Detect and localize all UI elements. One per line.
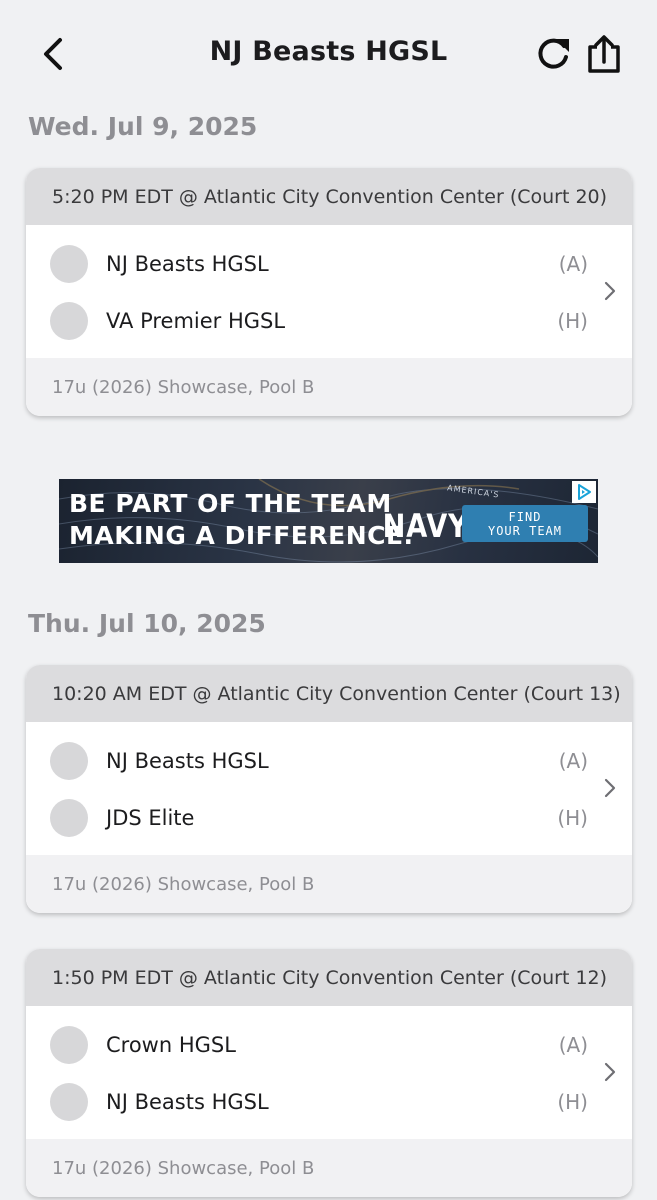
ad-headline-1: BE PART OF THE TEAM <box>69 489 392 518</box>
team-row: JDS Elite (H) <box>50 798 588 838</box>
team-row: NJ Beasts HGSL (A) <box>50 244 588 284</box>
team-logo <box>50 1026 88 1064</box>
game-division: 17u (2026) Showcase, Pool B <box>26 358 632 416</box>
team-row: NJ Beasts HGSL (A) <box>50 741 588 781</box>
ad-cta-line1: FIND <box>508 509 542 524</box>
ad-choices-icon[interactable] <box>572 481 596 503</box>
chevron-right-icon <box>602 1060 618 1084</box>
share-button[interactable] <box>582 32 626 76</box>
team-side: (A) <box>558 749 588 773</box>
game-time-location: 5:20 PM EDT @ Atlantic City Convention C… <box>26 168 632 225</box>
date-heading: Wed. Jul 9, 2025 <box>28 112 258 141</box>
game-teams: NJ Beasts HGSL (A) JDS Elite (H) <box>26 722 632 855</box>
game-card[interactable]: 1:50 PM EDT @ Atlantic City Convention C… <box>26 949 632 1197</box>
ad-cta-line2: YOUR TEAM <box>487 523 563 538</box>
date-heading: Thu. Jul 10, 2025 <box>28 609 266 638</box>
game-time-location: 1:50 PM EDT @ Atlantic City Convention C… <box>26 949 632 1006</box>
game-division: 17u (2026) Showcase, Pool B <box>26 1139 632 1197</box>
team-logo <box>50 799 88 837</box>
team-logo <box>50 245 88 283</box>
team-side: (A) <box>558 1033 588 1057</box>
share-icon <box>588 35 620 73</box>
refresh-button[interactable] <box>533 34 573 74</box>
ad-headline-2: MAKING A DIFFERENCE. <box>69 521 414 550</box>
team-side: (A) <box>558 252 588 276</box>
chevron-right-icon <box>602 279 618 303</box>
game-card[interactable]: 5:20 PM EDT @ Atlantic City Convention C… <box>26 168 632 416</box>
team-name: Crown HGSL <box>106 1033 236 1057</box>
chevron-right-icon <box>602 776 618 800</box>
team-logo <box>50 742 88 780</box>
game-time-location: 10:20 AM EDT @ Atlantic City Convention … <box>26 665 632 722</box>
team-side: (H) <box>557 1090 588 1114</box>
team-name: NJ Beasts HGSL <box>106 1090 269 1114</box>
team-name: VA Premier HGSL <box>106 309 286 333</box>
refresh-icon <box>538 38 569 69</box>
game-teams: NJ Beasts HGSL (A) VA Premier HGSL (H) <box>26 225 632 358</box>
team-name: NJ Beasts HGSL <box>106 749 269 773</box>
ad-banner[interactable]: BE PART OF THE TEAM MAKING A DIFFERENCE.… <box>59 479 598 563</box>
team-name: NJ Beasts HGSL <box>106 252 269 276</box>
team-row: VA Premier HGSL (H) <box>50 301 588 341</box>
app-header: NJ Beasts HGSL <box>0 0 657 106</box>
game-card[interactable]: 10:20 AM EDT @ Atlantic City Convention … <box>26 665 632 913</box>
ad-brand: NAVY <box>382 507 469 545</box>
team-logo <box>50 302 88 340</box>
team-name: JDS Elite <box>106 806 195 830</box>
team-side: (H) <box>557 309 588 333</box>
ad-cta-button[interactable]: FIND YOUR TEAM <box>462 505 588 542</box>
team-side: (H) <box>557 806 588 830</box>
game-division: 17u (2026) Showcase, Pool B <box>26 855 632 913</box>
team-row: NJ Beasts HGSL (H) <box>50 1082 588 1122</box>
game-teams: Crown HGSL (A) NJ Beasts HGSL (H) <box>26 1006 632 1139</box>
team-logo <box>50 1083 88 1121</box>
team-row: Crown HGSL (A) <box>50 1025 588 1065</box>
